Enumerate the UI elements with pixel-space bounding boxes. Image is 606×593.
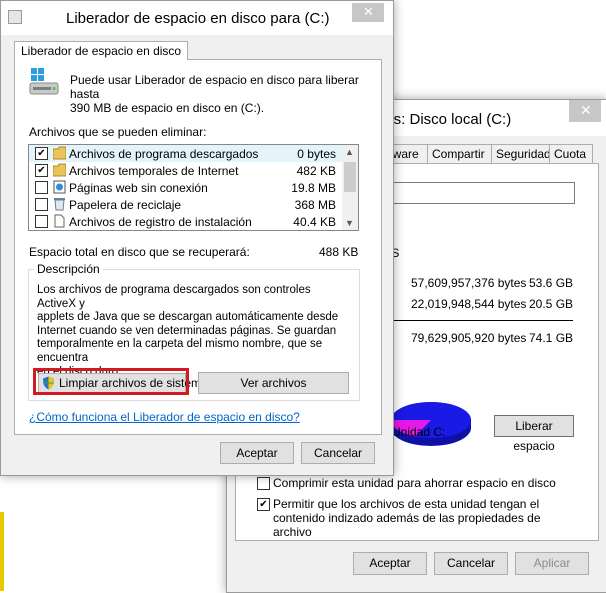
window-system-icon [8, 10, 22, 24]
used-space-size: 53.6 GB [529, 276, 574, 290]
properties-apply-button[interactable]: Aplicar [515, 552, 589, 575]
file-name: Archivos temporales de Internet [69, 164, 239, 178]
list-item[interactable]: Papelera de reciclaje 368 MB [29, 196, 342, 213]
total-space-label: Espacio total en disco que se recuperará… [29, 245, 250, 259]
file-size: 482 KB [296, 164, 336, 178]
cleanup-close-button[interactable]: ✕ [352, 3, 384, 22]
capacity-bytes: 79,629,905,920 bytes [411, 331, 527, 345]
drive-name-input[interactable] [379, 182, 575, 204]
description-line: Los archivos de programa descargados son… [37, 284, 311, 310]
properties-close-button[interactable]: ✕ [569, 100, 601, 122]
file-size: 0 bytes [297, 147, 336, 161]
compress-checkbox[interactable] [257, 477, 270, 490]
tab-disk-cleanup[interactable]: Liberador de espacio en disco [14, 41, 189, 60]
capacity-size: 74.1 GB [529, 331, 574, 345]
tab-security[interactable]: Seguridad [491, 144, 553, 163]
background-edge-yellow [0, 512, 4, 591]
folder-icon [53, 163, 66, 177]
highlight-frame [33, 368, 189, 395]
total-space-value: 488 KB [319, 245, 359, 259]
capacity-divider [379, 320, 573, 321]
used-space-bytes: 57,609,957,376 bytes [411, 276, 527, 290]
folder-icon [53, 146, 66, 160]
scroll-down-icon[interactable]: ▼ [345, 218, 354, 228]
files-list[interactable]: ✔ Archivos de programa descargados 0 byt… [28, 144, 359, 231]
web-page-icon [53, 180, 66, 194]
index-checkbox[interactable]: ✔ [257, 498, 270, 511]
description-line: temporalmente en la carpeta del mismo no… [37, 338, 323, 364]
description-legend: Descripción [34, 262, 103, 276]
list-item[interactable]: ✔ Archivos de programa descargados 0 byt… [29, 145, 342, 162]
cleanup-cancel-button[interactable]: Cancelar [301, 442, 375, 464]
close-icon: ✕ [363, 4, 374, 19]
files-list-scrollbar[interactable]: ▲ ▼ [342, 145, 358, 230]
free-space-size: 20.5 GB [529, 297, 574, 311]
help-link[interactable]: ¿Cómo funciona el Liberador de espacio e… [29, 410, 300, 424]
file-size: 368 MB [294, 198, 336, 212]
list-item[interactable]: ✔ Archivos temporales de Internet 482 KB [29, 162, 342, 179]
file-name: Páginas web sin conexión [69, 181, 208, 195]
scrollbar-thumb[interactable] [344, 162, 356, 192]
file-checkbox[interactable] [35, 198, 48, 211]
properties-title: les: Disco local (C:) [382, 111, 512, 128]
list-item[interactable]: Páginas web sin conexión 19.8 MB [29, 179, 342, 196]
document-icon [54, 214, 65, 228]
file-size: 40.4 KB [293, 215, 336, 229]
disk-cleanup-window: Liberador de espacio en disco para (C:) … [0, 0, 394, 476]
file-name: Archivos de programa descargados [69, 147, 259, 161]
description-line: applets de Java que se descargan automát… [37, 311, 339, 324]
tab-quota[interactable]: Cuota [549, 144, 593, 163]
drive-label: Unidad C: [392, 425, 446, 439]
file-checkbox[interactable] [35, 181, 48, 194]
free-space-button[interactable]: Liberar espacio [494, 415, 574, 453]
free-space-bytes: 22,019,948,544 bytes [411, 297, 527, 311]
index-label: Permitir que los archivos de esta unidad… [273, 497, 541, 539]
files-to-delete-label: Archivos que se pueden eliminar: [29, 125, 207, 139]
file-name: Papelera de reciclaje [69, 198, 182, 212]
cleanup-ok-button[interactable]: Aceptar [220, 442, 294, 464]
tab-sharing[interactable]: Compartir [427, 144, 495, 163]
disk-usage-pie-chart [391, 402, 471, 446]
file-checkbox[interactable]: ✔ [35, 147, 48, 160]
description-line: Internet cuando se ven determinadas pági… [37, 324, 337, 337]
file-checkbox[interactable]: ✔ [35, 164, 48, 177]
file-checkbox[interactable] [35, 215, 48, 228]
file-name: Archivos de registro de instalación [69, 215, 252, 229]
cleanup-intro: Puede usar Liberador de espacio en disco… [70, 73, 370, 115]
file-size: 19.8 MB [291, 181, 336, 195]
scroll-up-icon[interactable]: ▲ [345, 147, 354, 157]
close-icon: ✕ [580, 102, 592, 118]
intro-line-1: Puede usar Liberador de espacio en disco… [70, 73, 359, 101]
recycle-bin-icon [54, 198, 65, 211]
drive-cleanup-icon [29, 68, 59, 95]
view-files-button[interactable]: Ver archivos [198, 372, 349, 394]
list-item[interactable]: Archivos de registro de instalación 40.4… [29, 213, 342, 230]
intro-line-2: 390 MB de espacio en disco en (C:). [70, 101, 265, 115]
properties-cancel-button[interactable]: Cancelar [434, 552, 508, 575]
description-text: Los archivos de programa descargados son… [37, 284, 352, 379]
cleanup-titlebar: Liberador de espacio en disco para (C:) … [1, 1, 393, 35]
cleanup-title: Liberador de espacio en disco para (C:) [66, 10, 330, 27]
properties-ok-button[interactable]: Aceptar [353, 552, 427, 575]
compress-label: Comprimir esta unidad para ahorrar espac… [273, 476, 556, 490]
